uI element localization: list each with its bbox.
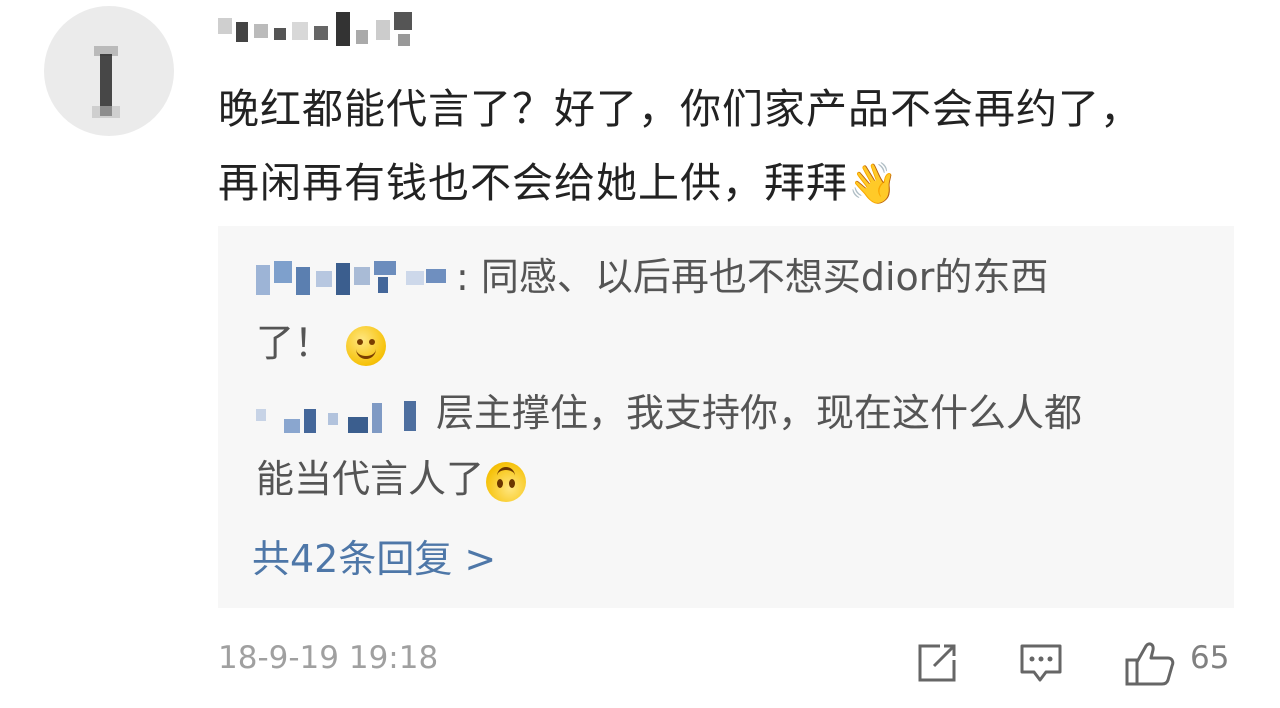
comment-line-2: 再闲再有钱也不会给她上供，拜拜👋 <box>218 146 1258 221</box>
comment-line-2-text: 再闲再有钱也不会给她上供，拜拜 <box>218 159 848 207</box>
like-count: 65 <box>1190 640 1230 676</box>
reply-username-pixelated[interactable] <box>256 393 436 439</box>
reply-2-line-2: 能当代言人了 <box>256 457 485 501</box>
timestamp: 18-9-19 19:18 <box>218 640 439 676</box>
comment-body: 晚红都能代言了？好了，你们家产品不会再约了， 再闲再有钱也不会给她上供，拜拜👋 <box>218 72 1258 221</box>
comment-icon[interactable] <box>1018 640 1064 686</box>
reply-item: 层主撑住，我支持你，现在这什么人都 能当代言人了 <box>256 380 1196 512</box>
avatar[interactable] <box>44 6 174 136</box>
reply-item: : 同感、以后再也不想买dior的东西 了！ <box>256 244 1196 376</box>
smile-emoji <box>346 325 387 366</box>
replies-box: : 同感、以后再也不想买dior的东西 了！ 层主撑住，我支持你，现在这什么人都… <box>218 226 1234 608</box>
like-icon[interactable] <box>1124 640 1176 686</box>
reply-2-line-1: 层主撑住，我支持你，现在这什么人都 <box>436 391 1083 435</box>
comment-line-1: 晚红都能代言了？好了，你们家产品不会再约了， <box>218 85 1142 133</box>
share-icon[interactable] <box>914 640 960 686</box>
reply-1-line-2: 了！ <box>256 321 333 365</box>
username-pixelated[interactable] <box>218 8 428 52</box>
reply-username-pixelated[interactable] <box>256 257 456 303</box>
more-replies-link[interactable]: 共42条回复 > <box>252 528 496 583</box>
reply-1-line-1: : 同感、以后再也不想买dior的东西 <box>456 255 1049 299</box>
upside-down-face-emoji <box>486 461 527 502</box>
waving-hand-emoji: 👋 <box>848 161 899 207</box>
